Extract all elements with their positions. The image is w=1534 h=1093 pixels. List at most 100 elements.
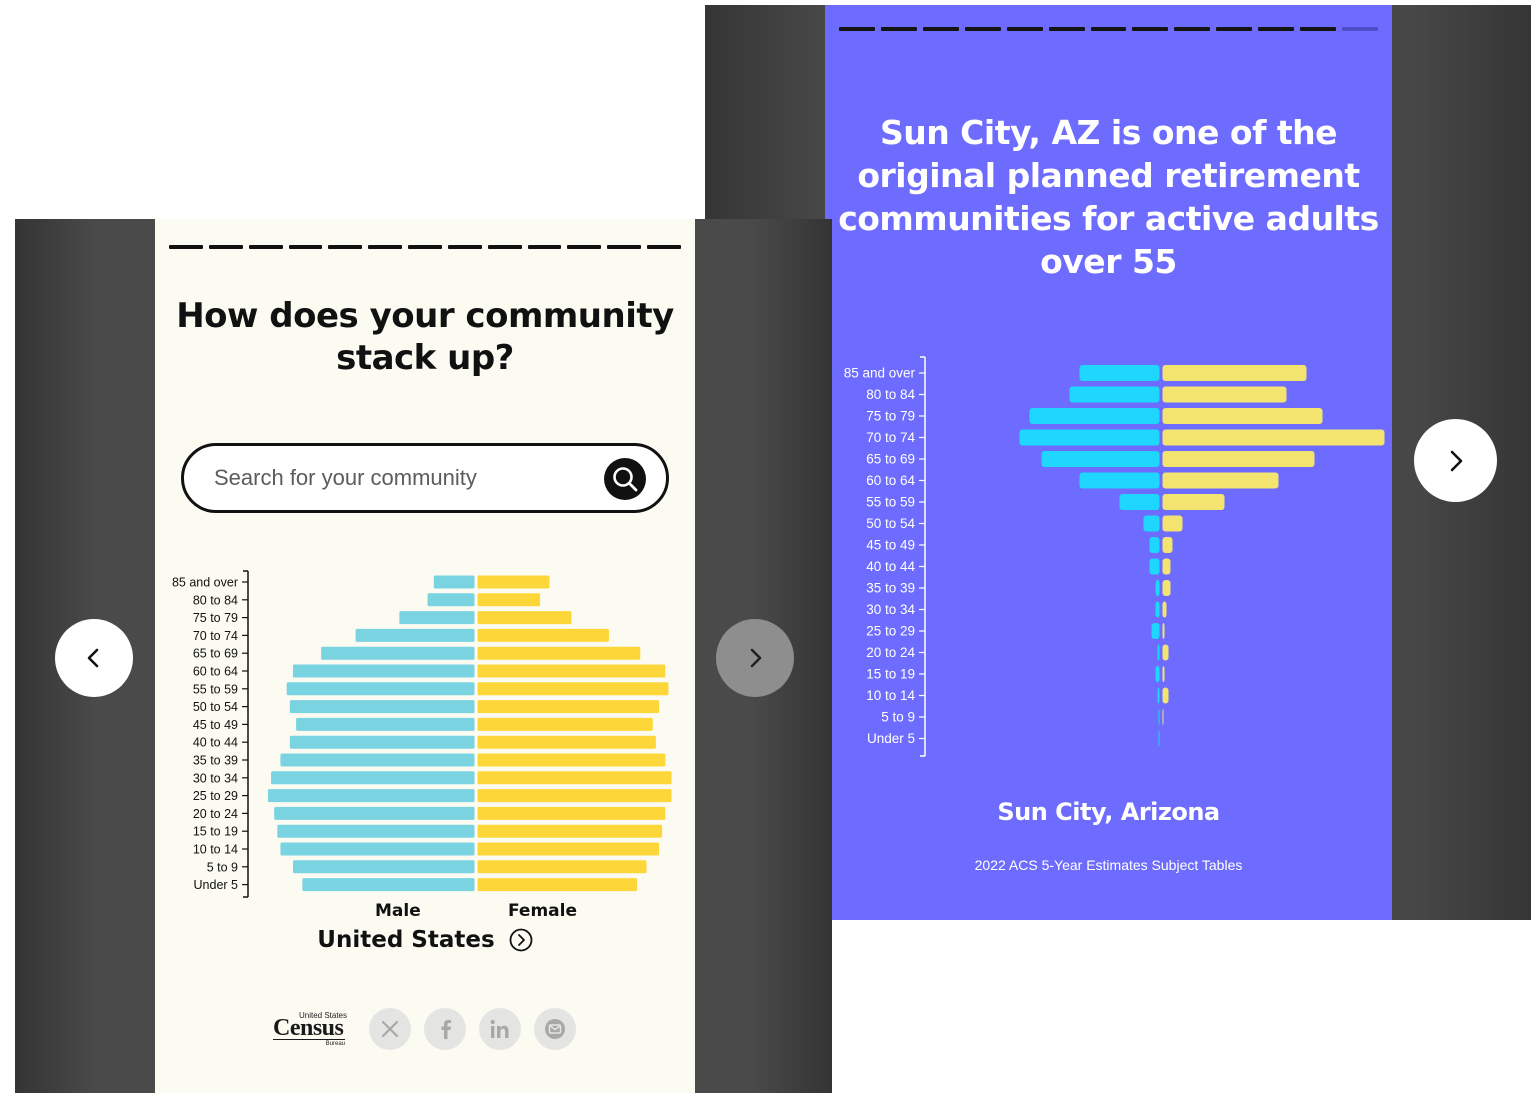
share-linkedin-button[interactable]	[479, 1008, 521, 1050]
bar-female	[477, 860, 647, 874]
bar-male	[286, 682, 475, 696]
tick-label: 35 to 39	[866, 581, 915, 596]
tick-label: 80 to 84	[193, 593, 238, 607]
tick-label: 65 to 69	[193, 647, 238, 661]
bar-male	[1158, 709, 1160, 725]
bar-male	[1041, 451, 1160, 467]
bar-male	[1119, 494, 1160, 510]
bar-male	[302, 878, 475, 892]
bar-female	[1162, 494, 1225, 510]
population-pyramid-sun-city: 85 and over 80 to 84 75 to 79 70 to 74 65 to…	[844, 356, 1385, 757]
bar-male	[280, 753, 475, 767]
bar-female	[477, 806, 666, 820]
bar-female	[477, 842, 660, 856]
tick-label: 30 to 34	[866, 602, 915, 617]
tick-label: Under 5	[867, 731, 915, 746]
bar-male	[355, 628, 475, 642]
tick-label: 50 to 54	[193, 700, 238, 714]
tick-label: 60 to 64	[866, 473, 915, 488]
tick-label: 20 to 24	[866, 645, 915, 660]
bar-male	[274, 806, 475, 820]
bar-female	[477, 628, 609, 642]
footer: United States Census Bureau	[273, 1007, 589, 1051]
bar-male	[1019, 429, 1160, 446]
bar-female	[1162, 601, 1167, 618]
bar-female	[477, 717, 653, 731]
chevron-right-icon	[750, 648, 762, 668]
bar-female	[1162, 644, 1169, 661]
census-bureau-logo: United States Census Bureau	[273, 1011, 347, 1047]
tick-label: 85 and over	[172, 576, 238, 590]
place-name: Sun City, Arizona	[997, 798, 1220, 826]
bar-female	[477, 575, 550, 589]
previous-story-button[interactable]	[55, 619, 133, 697]
bar-female	[1162, 429, 1385, 446]
email-icon	[545, 1019, 565, 1039]
bar-male	[1079, 365, 1160, 381]
bar-female	[1162, 515, 1183, 532]
bar-male	[1069, 386, 1160, 403]
linkedin-icon	[490, 1019, 509, 1038]
bar-female	[477, 682, 669, 696]
bar-male	[1158, 730, 1160, 747]
bar-female	[477, 646, 641, 660]
tick-label: 45 to 49	[866, 538, 915, 553]
chevron-left-icon	[87, 648, 99, 668]
bar-female	[1162, 623, 1165, 639]
bar-male	[1143, 515, 1160, 532]
next-story-button[interactable]	[1414, 419, 1497, 502]
bar-female	[477, 771, 672, 785]
bar-male	[292, 664, 475, 678]
bar-female	[1162, 386, 1287, 403]
bar-female	[1162, 687, 1169, 704]
bar-male	[1157, 687, 1160, 704]
share-email-button[interactable]	[534, 1008, 576, 1050]
bar-male	[292, 860, 475, 874]
story-card-sun-city: Sun City, AZ is one of the original plan…	[825, 5, 1392, 920]
bar-female	[477, 878, 638, 892]
tick-label: 10 to 14	[193, 843, 238, 857]
bar-male	[1149, 537, 1160, 553]
bar-male	[433, 575, 475, 589]
bar-male	[1151, 623, 1160, 639]
bar-male	[289, 700, 475, 714]
tick-label: 35 to 39	[193, 754, 238, 768]
tick-label: 50 to 54	[866, 516, 915, 531]
tick-label: 80 to 84	[866, 387, 915, 402]
bar-male	[267, 789, 475, 803]
bar-female	[477, 824, 663, 838]
bar-female	[1162, 537, 1173, 553]
tick-label: 45 to 49	[193, 718, 238, 732]
circle-chevron-right-icon[interactable]	[509, 928, 533, 952]
next-story-button[interactable]	[716, 619, 794, 697]
bar-female	[1162, 666, 1165, 682]
tick-label: 5 to 9	[207, 860, 238, 874]
data-source: 2022 ACS 5-Year Estimates Subject Tables	[974, 857, 1243, 873]
place-selector[interactable]: United States	[155, 927, 695, 953]
bar-female	[1162, 580, 1171, 596]
tick-label: 40 to 44	[866, 559, 915, 574]
tick-label: 55 to 59	[193, 682, 238, 696]
bar-female	[1162, 709, 1164, 725]
share-x-button[interactable]	[369, 1008, 411, 1050]
bar-female	[1162, 451, 1315, 467]
bar-male	[277, 824, 475, 838]
tick-label: 75 to 79	[866, 409, 915, 424]
bar-male	[271, 771, 475, 785]
bar-male	[1157, 644, 1160, 661]
bar-female	[477, 664, 666, 678]
bar-male	[399, 611, 475, 625]
bar-male	[1155, 666, 1160, 682]
bar-male	[1079, 472, 1160, 489]
bar-male	[321, 646, 475, 660]
tick-label: 15 to 19	[866, 667, 915, 682]
share-facebook-button[interactable]	[424, 1008, 466, 1050]
bar-male	[1155, 601, 1160, 618]
bar-female	[477, 700, 660, 714]
place-name: United States	[317, 927, 495, 953]
bar-female	[1162, 365, 1307, 381]
bar-female	[477, 753, 666, 767]
bar-female	[477, 735, 656, 749]
bar-female	[477, 611, 572, 625]
tick-label: 15 to 19	[193, 825, 238, 839]
